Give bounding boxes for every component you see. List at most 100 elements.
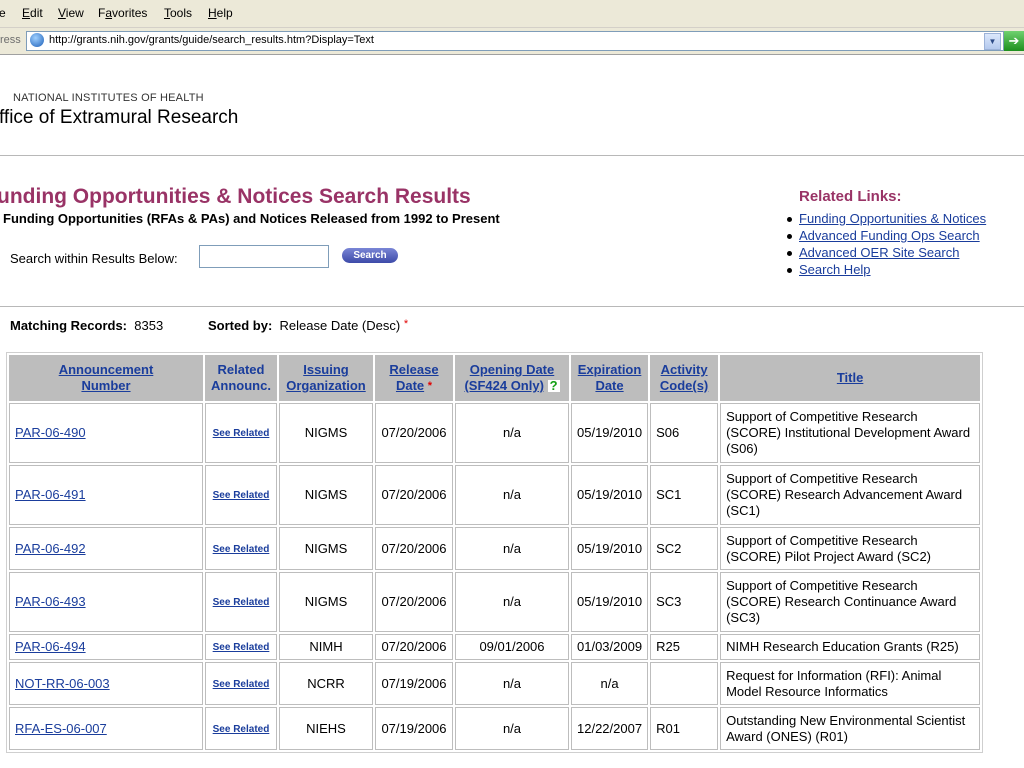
cell-activity: R25 [650, 634, 719, 660]
cell-expiration: 05/19/2010 [571, 527, 649, 570]
sorted-label: Sorted by: [208, 318, 273, 333]
see-related-link[interactable]: See Related [213, 597, 270, 608]
cell-related: See Related [205, 465, 277, 525]
page-subtitle: Funding Opportunities (RFAs & PAs) and N… [3, 211, 500, 226]
cell-release: 07/19/2006 [375, 707, 453, 750]
related-link-funding-opportunities[interactable]: Funding Opportunities & Notices [799, 211, 986, 226]
cell-number: PAR-06-494 [9, 634, 203, 660]
cell-expiration: 05/19/2010 [571, 572, 649, 632]
related-links-title: Related Links: [799, 188, 902, 205]
page-icon [30, 33, 44, 47]
cell-related: See Related [205, 527, 277, 570]
address-bar: ress http://grants.nih.gov/grants/guide/… [0, 28, 1024, 55]
address-url[interactable]: http://grants.nih.gov/grants/guide/searc… [49, 34, 374, 46]
column-opening-date[interactable]: Opening Date (SF424 Only) ? [455, 355, 569, 401]
cell-title: Outstanding New Environmental Scientist … [720, 707, 981, 750]
see-related-link[interactable]: See Related [213, 428, 270, 439]
cell-title: Support of Competitive Research (SCORE) … [720, 527, 981, 570]
related-link-advanced-funding-search[interactable]: Advanced Funding Ops Search [799, 228, 980, 243]
column-expiration-date[interactable]: Expiration Date [571, 355, 649, 401]
menu-file[interactable]: e [0, 6, 6, 20]
divider [0, 306, 1024, 307]
table-row: PAR-06-491 See Related NIGMS 07/20/2006 … [9, 465, 981, 525]
announcement-link[interactable]: PAR-06-492 [15, 541, 86, 556]
table-row: PAR-06-492 See Related NIGMS 07/20/2006 … [9, 527, 981, 570]
address-field[interactable]: http://grants.nih.gov/grants/guide/searc… [26, 31, 1004, 51]
menu-help[interactable]: Help [208, 6, 233, 20]
cell-title: NIMH Research Education Grants (R25) [720, 634, 981, 660]
cell-opening: 09/01/2006 [455, 634, 569, 660]
matching-records: Matching Records: 8353 [10, 318, 163, 333]
results-table: Announcement Number Related Announc. Issui… [6, 352, 984, 753]
announcement-link[interactable]: PAR-06-491 [15, 487, 86, 502]
related-link-search-help[interactable]: Search Help [799, 262, 871, 277]
menu-view[interactable]: View [58, 6, 84, 20]
go-arrow-icon[interactable]: ➔ [1004, 31, 1024, 51]
table-header-row: Announcement Number Related Announc. Issui… [9, 355, 981, 401]
divider [0, 155, 1024, 156]
column-release-date[interactable]: Release Date * [375, 355, 453, 401]
sorted-value: Release Date (Desc) [279, 318, 401, 333]
cell-org: NCRR [279, 662, 373, 705]
cell-release: 07/20/2006 [375, 527, 453, 570]
see-related-link[interactable]: See Related [213, 544, 270, 555]
cell-activity [650, 662, 719, 705]
cell-opening: n/a [455, 465, 569, 525]
column-issuing-organization[interactable]: Issuing Organization [279, 355, 373, 401]
cell-activity: SC1 [650, 465, 719, 525]
column-related: Related Announc. [205, 355, 277, 401]
cell-org: NIGMS [279, 572, 373, 632]
see-related-link[interactable]: See Related [213, 642, 270, 653]
search-input[interactable] [199, 245, 329, 268]
search-label: Search within Results Below: [10, 251, 178, 266]
table-row: RFA-ES-06-007 See Related NIEHS 07/19/20… [9, 707, 981, 750]
cell-opening: n/a [455, 572, 569, 632]
cell-title: Request for Information (RFI): Animal Mo… [720, 662, 981, 705]
announcement-link[interactable]: PAR-06-493 [15, 594, 86, 609]
search-button[interactable]: Search [342, 248, 398, 263]
table-row: PAR-06-493 See Related NIGMS 07/20/2006 … [9, 572, 981, 632]
cell-expiration: 05/19/2010 [571, 403, 649, 463]
list-item: Funding Opportunities & Notices [785, 211, 986, 228]
column-announcement-number[interactable]: Announcement Number [9, 355, 203, 401]
announcement-link[interactable]: PAR-06-494 [15, 639, 86, 654]
sort-info: Sorted by: Release Date (Desc) * [208, 318, 408, 333]
chevron-down-icon[interactable]: ▼ [984, 33, 1001, 50]
see-related-link[interactable]: See Related [213, 490, 270, 501]
cell-expiration: 01/03/2009 [571, 634, 649, 660]
cell-org: NIEHS [279, 707, 373, 750]
list-item: Advanced Funding Ops Search [785, 228, 986, 245]
cell-number: PAR-06-491 [9, 465, 203, 525]
help-question-icon[interactable]: ? [547, 379, 560, 392]
cell-activity: S06 [650, 403, 719, 463]
menu-favorites[interactable]: Favorites [98, 6, 147, 20]
see-related-link[interactable]: See Related [213, 679, 270, 690]
cell-org: NIGMS [279, 465, 373, 525]
agency-name: NATIONAL INSTITUTES OF HEALTH [13, 92, 204, 104]
related-link-advanced-oer-search[interactable]: Advanced OER Site Search [799, 245, 959, 260]
table-row: PAR-06-494 See Related NIMH 07/20/2006 0… [9, 634, 981, 660]
list-item: Advanced OER Site Search [785, 245, 986, 262]
announcement-link[interactable]: PAR-06-490 [15, 425, 86, 440]
cell-number: PAR-06-490 [9, 403, 203, 463]
cell-related: See Related [205, 662, 277, 705]
cell-release: 07/20/2006 [375, 465, 453, 525]
matching-count: 8353 [134, 318, 164, 333]
announcement-link[interactable]: NOT-RR-06-003 [15, 676, 110, 691]
announcement-link[interactable]: RFA-ES-06-007 [15, 721, 107, 736]
column-title[interactable]: Title [720, 355, 981, 401]
menu-tools[interactable]: Tools [164, 6, 192, 20]
cell-activity: SC3 [650, 572, 719, 632]
see-related-link[interactable]: See Related [213, 724, 270, 735]
address-label: ress [0, 34, 21, 46]
cell-number: PAR-06-492 [9, 527, 203, 570]
list-item: Search Help [785, 262, 986, 279]
cell-org: NIGMS [279, 527, 373, 570]
cell-opening: n/a [455, 527, 569, 570]
cell-related: See Related [205, 403, 277, 463]
cell-number: RFA-ES-06-007 [9, 707, 203, 750]
menu-edit[interactable]: Edit [22, 6, 43, 20]
office-name: ffice of Extramural Research [0, 107, 239, 128]
column-activity-codes[interactable]: Activity Code(s) [650, 355, 719, 401]
cell-title: Support of Competitive Research (SCORE) … [720, 403, 981, 463]
